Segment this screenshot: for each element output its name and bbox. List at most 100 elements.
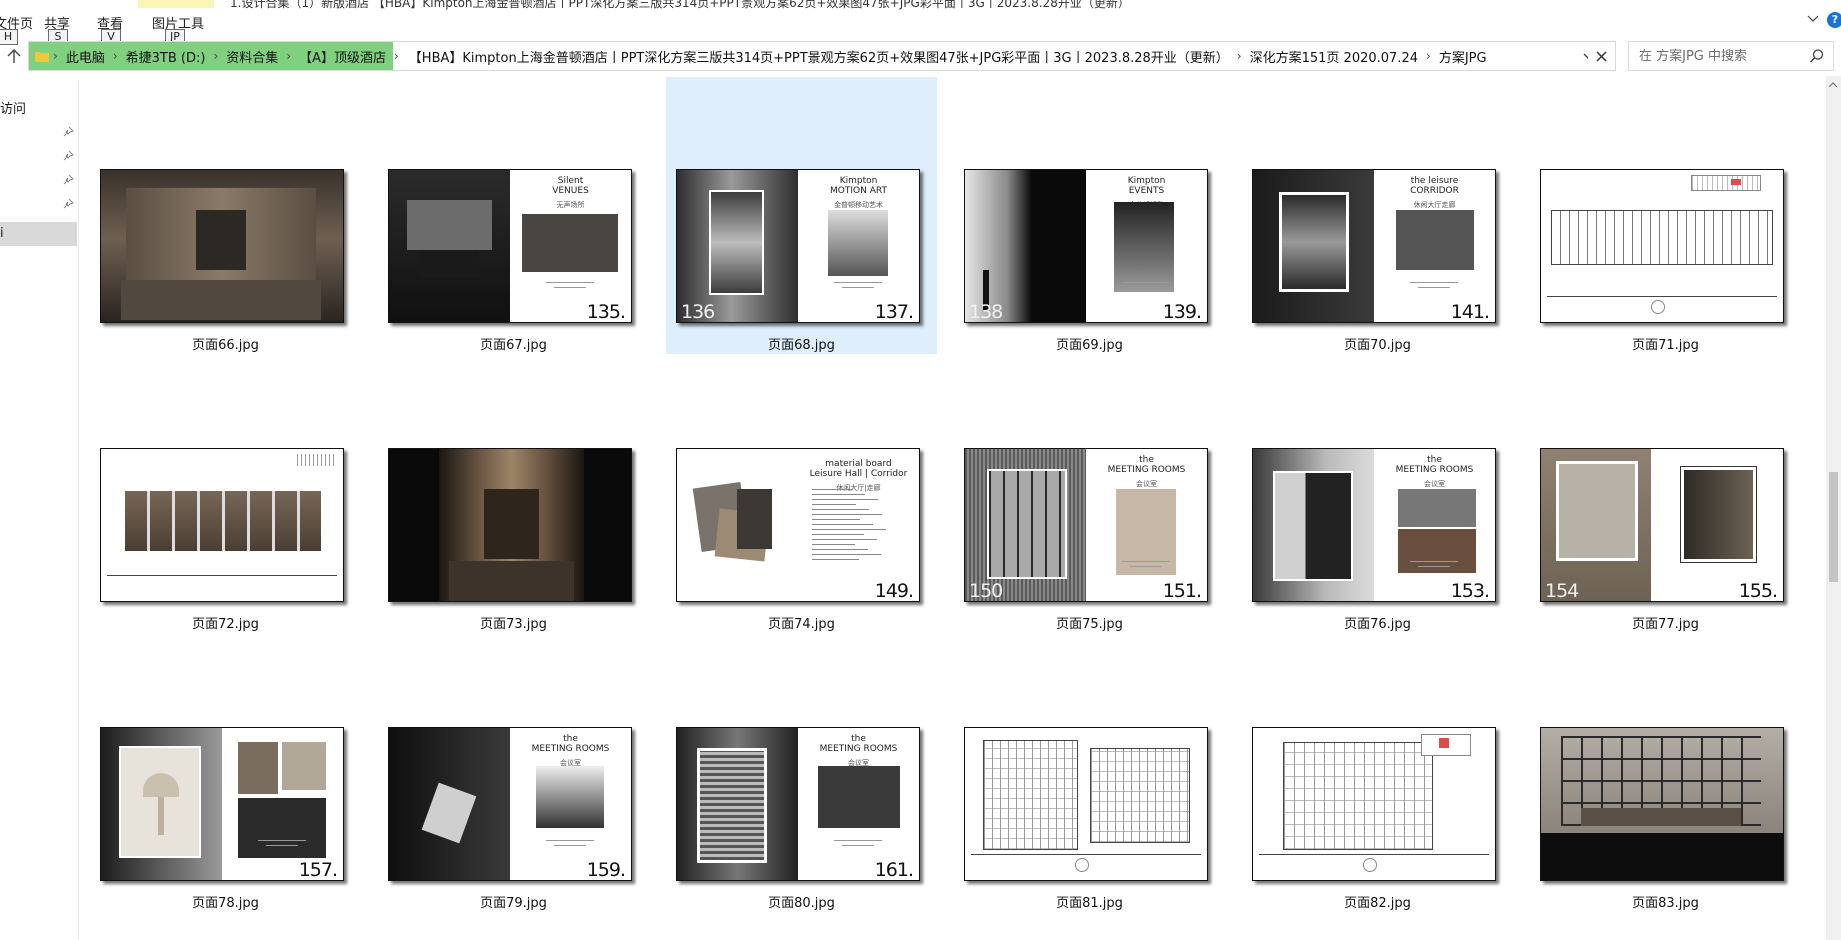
- search-box[interactable]: [1628, 41, 1834, 71]
- breadcrumb-project[interactable]: 【HBA】Kimpton上海金普顿酒店丨PPT深化方案三版共314页+PPT景观…: [401, 47, 1235, 66]
- image-thumbnail[interactable]: the leisure CORRIDOR 休闲大厅走廊 141.: [1252, 169, 1496, 323]
- file-tile[interactable]: Kimpton MOTION ART 金普顿移动艺术 137. 136 页面68.jpg: [666, 77, 937, 354]
- file-name-label[interactable]: 页面82.jpg: [1242, 892, 1513, 911]
- image-thumbnail[interactable]: Kimpton MOTION ART 金普顿移动艺术 137. 136: [676, 169, 920, 323]
- image-thumbnail[interactable]: [388, 448, 632, 602]
- up-arrow-icon[interactable]: [4, 46, 24, 66]
- page-title-line: EVENTS: [1128, 186, 1165, 196]
- breadcrumb-separator-icon[interactable]: ›: [1424, 49, 1433, 63]
- breadcrumb-collection[interactable]: 资料合集: [220, 47, 284, 66]
- file-tile[interactable]: 页面66.jpg: [90, 77, 361, 354]
- file-tile[interactable]: KimptonEVENTS金普顿活动139. 138 页面69.jpg: [954, 77, 1225, 354]
- image-thumbnail[interactable]: [1540, 727, 1784, 881]
- image-thumbnail[interactable]: KimptonEVENTS金普顿活动139. 138: [964, 169, 1208, 323]
- material-list-line: [812, 554, 881, 555]
- image-thumbnail[interactable]: [100, 169, 344, 323]
- file-name-label[interactable]: 页面76.jpg: [1242, 613, 1513, 632]
- file-tile[interactable]: 155. 154 页面77.jpg: [1530, 356, 1801, 633]
- breadcrumb-separator-icon[interactable]: ›: [392, 49, 401, 63]
- breadcrumb-separator-icon[interactable]: ›: [1235, 49, 1244, 63]
- breadcrumb-current[interactable]: 方案JPG: [1433, 47, 1493, 66]
- image-thumbnail[interactable]: [1252, 727, 1496, 881]
- pin-icon[interactable]: [62, 174, 74, 186]
- file-tile[interactable]: Silent VENUES 无声场所 135. 页面67.jpg: [378, 77, 649, 354]
- image-thumbnail[interactable]: [964, 727, 1208, 881]
- breadcrumb-separator-icon[interactable]: ›: [111, 49, 120, 63]
- nav-item-selected[interactable]: i: [0, 222, 77, 246]
- file-tile[interactable]: 页面83.jpg: [1530, 635, 1801, 912]
- help-icon[interactable]: ?: [1827, 12, 1841, 28]
- image-thumbnail[interactable]: the MEETING ROOMS 会议室 161.: [676, 727, 920, 881]
- file-tile[interactable]: 页面81.jpg: [954, 635, 1225, 912]
- breadcrumb-separator-icon[interactable]: ›: [51, 49, 60, 63]
- page-title-line: MEETING ROOMS: [1107, 465, 1186, 475]
- caption-line: [554, 287, 586, 288]
- file-name-label[interactable]: 页面71.jpg: [1530, 334, 1801, 353]
- image-thumbnail[interactable]: [100, 448, 344, 602]
- file-tile[interactable]: the MEETING ROOMS 会议室 161. 页面80.jpg: [666, 635, 937, 912]
- file-tile[interactable]: the leisure CORRIDOR 休闲大厅走廊 141. 页面70.jpg: [1242, 77, 1513, 354]
- file-name-label[interactable]: 页面81.jpg: [954, 892, 1225, 911]
- image-thumbnail[interactable]: the MEETING ROOMS 会议室 159.: [388, 727, 632, 881]
- page-photo: [1396, 210, 1474, 270]
- breadcrumb-drive[interactable]: 希捷3TB (D:): [120, 47, 212, 66]
- key-plan-highlight: [1731, 179, 1741, 185]
- search-input[interactable]: [1639, 46, 1799, 66]
- breadcrumb-scheme[interactable]: 深化方案151页 2020.07.24: [1244, 47, 1424, 66]
- page-title-line: Kimpton: [839, 176, 878, 186]
- file-tile[interactable]: 页面72.jpg: [90, 356, 361, 633]
- file-name-label[interactable]: 页面78.jpg: [90, 892, 361, 911]
- pin-icon[interactable]: [62, 150, 74, 162]
- image-thumbnail[interactable]: 157.: [100, 727, 344, 881]
- file-name-label[interactable]: 页面67.jpg: [378, 334, 649, 353]
- file-name-label[interactable]: 页面77.jpg: [1530, 613, 1801, 632]
- corridor-far-wall: [484, 489, 539, 559]
- file-name-label[interactable]: 页面66.jpg: [90, 334, 361, 353]
- pin-icon[interactable]: [62, 198, 74, 210]
- file-tile[interactable]: the MEETING ROOMS 会议室 153. 页面76.jpg: [1242, 356, 1513, 633]
- image-thumbnail[interactable]: the MEETING ROOMS 会议室 153.: [1252, 448, 1496, 602]
- file-name-label[interactable]: 页面69.jpg: [954, 334, 1225, 353]
- file-tile[interactable]: the MEETING ROOMS 会议室 159. 页面79.jpg: [378, 635, 649, 912]
- file-name-label[interactable]: 页面68.jpg: [666, 334, 937, 353]
- image-thumbnail[interactable]: 155. 154: [1540, 448, 1784, 602]
- image-thumbnail[interactable]: material board Leisure Hall | Corridor 休闲大…: [676, 448, 920, 602]
- file-name-label[interactable]: 页面70.jpg: [1242, 334, 1513, 353]
- file-name-label[interactable]: 页面73.jpg: [378, 613, 649, 632]
- file-tile[interactable]: 157. 页面78.jpg: [90, 635, 361, 912]
- pin-icon[interactable]: [62, 126, 74, 138]
- file-name-label[interactable]: 页面83.jpg: [1530, 892, 1801, 911]
- scroll-up-arrow-icon[interactable]: [1828, 80, 1838, 90]
- breadcrumb-this-pc[interactable]: 此电脑: [60, 47, 111, 66]
- material-list-line: [812, 494, 865, 495]
- page-title-line: Kimpton: [1127, 176, 1166, 186]
- breadcrumb-separator-icon[interactable]: ›: [211, 49, 220, 63]
- breadcrumb-separator-icon[interactable]: ›: [284, 49, 293, 63]
- file-name-label[interactable]: 页面80.jpg: [666, 892, 937, 911]
- file-tile[interactable]: the MEETING ROOMS 会议室 151. 150 页面75.jpg: [954, 356, 1225, 633]
- material-list-line: [812, 534, 864, 535]
- breadcrumb-top-hotels[interactable]: 【A】顶级酒店: [293, 47, 392, 66]
- caption-line: [1410, 282, 1458, 283]
- caption-line: [1410, 561, 1458, 562]
- file-tile[interactable]: material board Leisure Hall | Corridor 休闲大…: [666, 356, 937, 633]
- quick-access-label[interactable]: 访问: [0, 98, 26, 117]
- image-thumbnail[interactable]: the MEETING ROOMS 会议室 151. 150: [964, 448, 1208, 602]
- search-icon[interactable]: [1809, 48, 1825, 64]
- address-bar[interactable]: › 此电脑 › 希捷3TB (D:) › 资料合集 › 【A】顶级酒店 › 【H…: [28, 41, 1616, 71]
- page-photo: [238, 798, 326, 858]
- file-tile[interactable]: 页面71.jpg: [1530, 77, 1801, 354]
- image-thumbnail[interactable]: Silent VENUES 无声场所 135.: [388, 169, 632, 323]
- file-tile[interactable]: 页面82.jpg: [1242, 635, 1513, 912]
- image-thumbnail[interactable]: [1540, 169, 1784, 323]
- lamp-stem: [158, 797, 164, 835]
- address-clear-button[interactable]: [1588, 41, 1616, 71]
- file-name-label[interactable]: 页面75.jpg: [954, 613, 1225, 632]
- scrollbar-thumb[interactable]: [1829, 472, 1838, 582]
- file-tile[interactable]: 页面73.jpg: [378, 356, 649, 633]
- floor-plan-left: [983, 740, 1078, 850]
- ribbon-expand-chevron-icon[interactable]: [1805, 10, 1821, 26]
- file-name-label[interactable]: 页面72.jpg: [90, 613, 361, 632]
- file-name-label[interactable]: 页面74.jpg: [666, 613, 937, 632]
- file-name-label[interactable]: 页面79.jpg: [378, 892, 649, 911]
